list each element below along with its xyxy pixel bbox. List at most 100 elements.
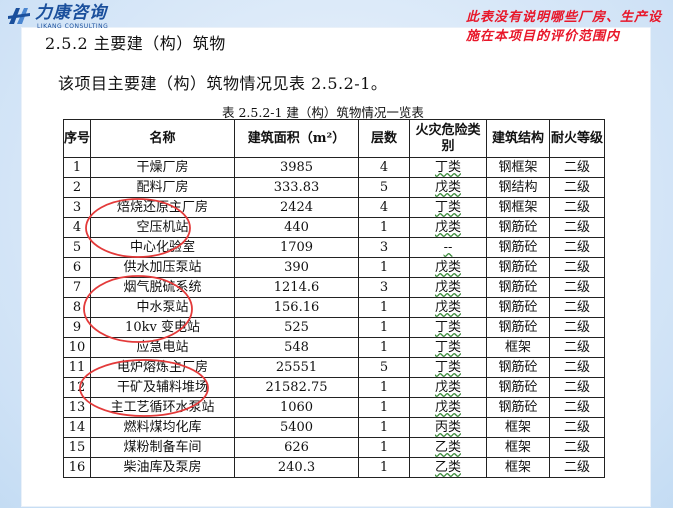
table-row: 3 焙烧还原主厂房 2424 4 丁类 钢框架 二级 (63, 197, 605, 218)
cell-fire-class: 丁类 (409, 157, 487, 178)
logo-chinese-name: 力康咨询 (35, 3, 107, 23)
cell-name: 10kv 变电站 (90, 317, 235, 338)
cell-floors: 1 (358, 437, 410, 458)
table-row: 15 煤粉制备车间 626 1 乙类 框架 二级 (63, 437, 605, 458)
cell-fire-rating: 二级 (549, 237, 605, 258)
cell-name: 焙烧还原主厂房 (90, 197, 235, 218)
table-row: 4 空压机站 440 1 戊类 钢筋砼 二级 (63, 217, 605, 238)
cell-index: 3 (63, 197, 91, 218)
red-annotation-note: 此表没有说明哪些厂房、生产设施在本项目的评价范围内 (466, 10, 663, 44)
cell-name: 电炉熔炼主厂房 (90, 357, 235, 378)
cell-fire-class: 乙类 (409, 437, 487, 458)
cell-index: 7 (63, 277, 91, 298)
header-fire-rating: 耐火等级 (549, 119, 605, 158)
cell-fire-class: 丁类 (409, 197, 487, 218)
cell-structure: 框架 (486, 337, 550, 358)
cell-name: 干矿及辅料堆场 (90, 377, 235, 398)
table-row: 10 应急电站 548 1 丁类 框架 二级 (63, 337, 605, 358)
cell-fire-class: 丙类 (409, 417, 487, 438)
header-name: 名称 (90, 119, 235, 158)
cell-fire-rating: 二级 (549, 437, 605, 458)
cell-structure: 钢筋砼 (486, 397, 550, 418)
cell-area: 525 (234, 317, 359, 338)
cell-fire-class: 丁类 (409, 317, 487, 338)
cell-fire-rating: 二级 (549, 157, 605, 178)
cell-fire-rating: 二级 (549, 277, 605, 298)
cell-floors: 4 (358, 197, 410, 218)
table-row: 12 干矿及辅料堆场 21582.75 1 戊类 钢筋砼 二级 (63, 377, 605, 398)
cell-floors: 1 (358, 297, 410, 318)
cell-fire-rating: 二级 (549, 457, 605, 478)
cell-structure: 钢框架 (486, 157, 550, 178)
cell-floors: 1 (358, 457, 410, 478)
cell-index: 14 (63, 417, 91, 438)
header-structure: 建筑结构 (486, 119, 550, 158)
cell-area: 25551 (234, 357, 359, 378)
cell-name: 中水泵站 (90, 297, 235, 318)
cell-fire-class: 丁类 (409, 357, 487, 378)
cell-floors: 1 (358, 317, 410, 338)
table-row: 9 10kv 变电站 525 1 丁类 钢筋砼 二级 (63, 317, 605, 338)
cell-name: 应急电站 (90, 337, 235, 358)
table-row: 16 柴油库及泵房 240.3 1 乙类 框架 二级 (63, 457, 605, 478)
cell-floors: 3 (358, 237, 410, 258)
cell-structure: 钢结构 (486, 177, 550, 198)
cell-structure: 框架 (486, 437, 550, 458)
table-row: 2 配料厂房 333.83 5 戊类 钢结构 二级 (63, 177, 605, 198)
cell-area: 1060 (234, 397, 359, 418)
cell-floors: 4 (358, 157, 410, 178)
cell-structure: 钢筋砼 (486, 257, 550, 278)
cell-floors: 3 (358, 277, 410, 298)
cell-fire-class: 戊类 (409, 217, 487, 238)
cell-index: 15 (63, 437, 91, 458)
cell-name: 供水加压泵站 (90, 257, 235, 278)
cell-index: 9 (63, 317, 91, 338)
cell-area: 21582.75 (234, 377, 359, 398)
header-area: 建筑面积（m²） (234, 119, 359, 158)
table-row: 6 供水加压泵站 390 1 戊类 钢筋砼 二级 (63, 257, 605, 278)
cell-fire-rating: 二级 (549, 197, 605, 218)
table-row: 8 中水泵站 156.16 1 戊类 钢筋砼 二级 (63, 297, 605, 318)
cell-area: 440 (234, 217, 359, 238)
cell-structure: 钢筋砼 (486, 237, 550, 258)
cell-fire-class: 丁类 (409, 337, 487, 358)
cell-fire-class: 戊类 (409, 397, 487, 418)
cell-index: 8 (63, 297, 91, 318)
cell-floors: 1 (358, 377, 410, 398)
cell-area: 333.83 (234, 177, 359, 198)
table-row: 14 燃料煤均化库 5400 1 丙类 框架 二级 (63, 417, 605, 438)
cell-area: 548 (234, 337, 359, 358)
cell-name: 燃料煤均化库 (90, 417, 235, 438)
cell-area: 5400 (234, 417, 359, 438)
cell-structure: 钢筋砼 (486, 277, 550, 298)
header-fire-class: 火灾危险类别 (409, 119, 487, 158)
cell-area: 1709 (234, 237, 359, 258)
cell-fire-class: 戊类 (409, 177, 487, 198)
cell-index: 1 (63, 157, 91, 178)
cell-fire-class: 戊类 (409, 257, 487, 278)
table-row: 5 中心化验室 1709 3 -- 钢筋砼 二级 (63, 237, 605, 258)
cell-area: 240.3 (234, 457, 359, 478)
cell-area: 3985 (234, 157, 359, 178)
cell-floors: 1 (358, 217, 410, 238)
cell-area: 156.16 (234, 297, 359, 318)
cell-fire-rating: 二级 (549, 417, 605, 438)
cell-structure: 钢筋砼 (486, 217, 550, 238)
cell-fire-class: 戊类 (409, 297, 487, 318)
cell-fire-rating: 二级 (549, 377, 605, 398)
cell-structure: 框架 (486, 417, 550, 438)
buildings-table: 序号 名称 建筑面积（m²） 层数 火灾危险类别 建筑结构 耐火等级 1 干燥厂房… (63, 119, 605, 478)
cell-name: 配料厂房 (90, 177, 235, 198)
cell-fire-class: 戊类 (409, 277, 487, 298)
table-header-row: 序号 名称 建筑面积（m²） 层数 火灾危险类别 建筑结构 耐火等级 (63, 119, 605, 158)
cell-name: 空压机站 (90, 217, 235, 238)
cell-index: 11 (63, 357, 91, 378)
cell-fire-class: 戊类 (409, 377, 487, 398)
header-index: 序号 (63, 119, 91, 158)
cell-structure: 钢筋砼 (486, 317, 550, 338)
cell-name: 柴油库及泵房 (90, 457, 235, 478)
cell-floors: 1 (358, 417, 410, 438)
section-heading: 2.5.2 主要建（构）筑物 (45, 34, 226, 53)
table-row: 7 烟气脱硫系统 1214.6 3 戊类 钢筋砼 二级 (63, 277, 605, 298)
cell-floors: 1 (358, 337, 410, 358)
